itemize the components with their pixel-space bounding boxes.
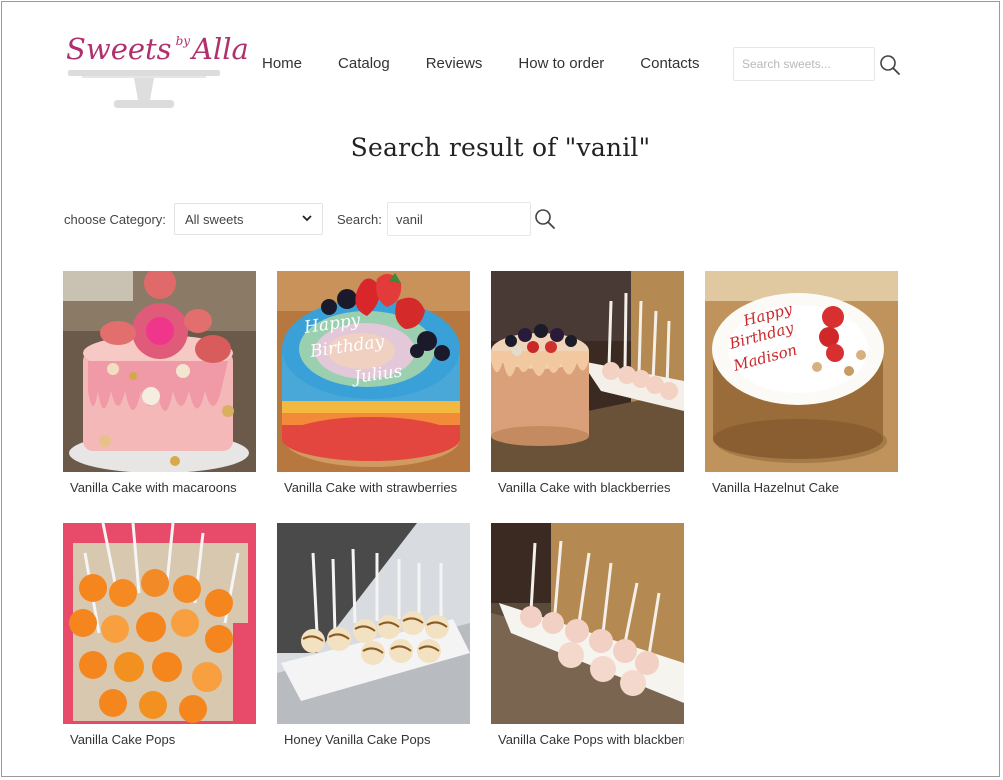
- nav-reviews[interactable]: Reviews: [426, 55, 483, 72]
- main-nav: Home Catalog Reviews How to order Contac…: [262, 55, 699, 72]
- product-image[interactable]: [277, 523, 470, 724]
- product-name[interactable]: Vanilla Cake with strawberries: [277, 480, 470, 495]
- product-card[interactable]: Vanilla Cake Pops with blackberries: [491, 523, 684, 747]
- product-name[interactable]: Honey Vanilla Cake Pops: [277, 732, 470, 747]
- product-image[interactable]: [63, 523, 256, 724]
- product-card[interactable]: Vanilla Cake with macaroons: [63, 271, 256, 495]
- logo-wordmark: Sweets byAlla: [66, 32, 249, 66]
- product-image[interactable]: [63, 271, 256, 472]
- category-select[interactable]: All sweets: [174, 203, 323, 235]
- product-card[interactable]: Vanilla Cake with blackberries: [491, 271, 684, 495]
- search-label: Search:: [337, 212, 382, 227]
- page-title: Search result of "vanil": [350, 133, 651, 162]
- nav-contacts[interactable]: Contacts: [640, 55, 699, 72]
- category-select-value: All sweets: [185, 211, 244, 227]
- product-name[interactable]: Vanilla Cake with blackberries: [491, 480, 684, 495]
- search-icon[interactable]: [534, 208, 556, 230]
- product-card[interactable]: Honey Vanilla Cake Pops: [277, 523, 470, 747]
- cake-stand-logo-graphic: [68, 70, 220, 108]
- page-frame: Sweets byAlla Home Catalog Reviews How to…: [1, 1, 1000, 777]
- product-name[interactable]: Vanilla Cake with macaroons: [63, 480, 256, 495]
- product-card[interactable]: Vanilla Cake Pops: [63, 523, 256, 747]
- search-icon[interactable]: [879, 54, 901, 76]
- product-image[interactable]: Happy Birthday Julius: [277, 271, 470, 472]
- product-card[interactable]: Happy Birthday Julius Vanilla Cake with …: [277, 271, 470, 495]
- nav-catalog[interactable]: Catalog: [338, 55, 390, 72]
- product-name[interactable]: Vanilla Cake Pops: [63, 732, 256, 747]
- product-image[interactable]: [491, 523, 684, 724]
- nav-home[interactable]: Home: [262, 55, 302, 72]
- chevron-down-icon: [302, 214, 312, 225]
- product-image[interactable]: [491, 271, 684, 472]
- nav-how-to-order[interactable]: How to order: [518, 55, 604, 72]
- site-logo[interactable]: Sweets byAlla: [64, 32, 249, 116]
- filter-search-input[interactable]: [387, 202, 531, 236]
- product-name[interactable]: Vanilla Hazelnut Cake: [705, 480, 898, 495]
- product-card[interactable]: Happy Birthday Madison Vanilla Hazelnut …: [705, 271, 898, 495]
- category-label: choose Category:: [64, 212, 166, 227]
- product-image[interactable]: Happy Birthday Madison: [705, 271, 898, 472]
- header-search-input[interactable]: [733, 47, 875, 81]
- product-name[interactable]: Vanilla Cake Pops with blackberries: [491, 732, 684, 747]
